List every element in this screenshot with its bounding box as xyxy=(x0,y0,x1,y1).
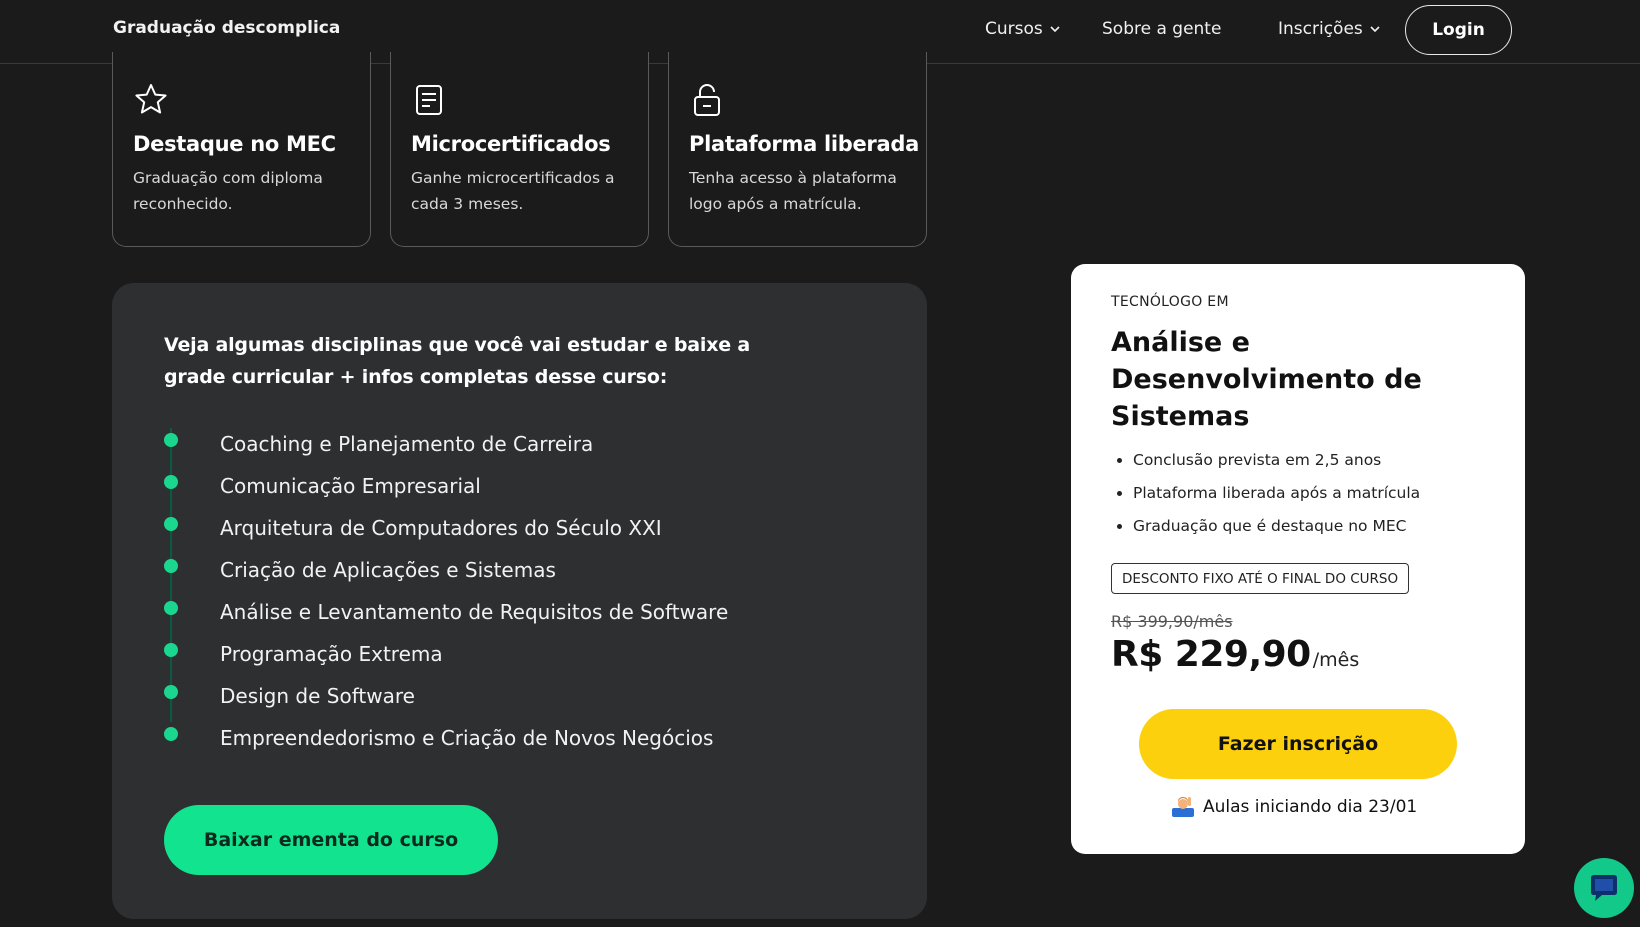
subject-list: Coaching e Planejamento de Carreira Comu… xyxy=(164,428,884,764)
price-row: R$ 229,90 /mês xyxy=(1111,634,1359,675)
subject-label: Design de Software xyxy=(220,684,415,708)
highlight-item: Plataforma liberada após a matrícula xyxy=(1111,482,1491,515)
subject-label: Coaching e Planejamento de Carreira xyxy=(220,432,594,456)
list-item: Criação de Aplicações e Sistemas xyxy=(164,554,884,596)
chat-icon xyxy=(1591,875,1617,901)
curriculum-intro: Veja algumas disciplinas que você vai es… xyxy=(164,334,750,388)
list-item: Coaching e Planejamento de Carreira xyxy=(164,428,884,470)
bullet-dot xyxy=(164,559,178,573)
feature-card-platform: Plataforma liberada Tenha acesso à plata… xyxy=(668,52,927,247)
nav-enrollments-label: Inscrições xyxy=(1278,19,1363,39)
feature-title: Destaque no MEC xyxy=(133,132,336,156)
download-syllabus-button[interactable]: Baixar ementa do curso xyxy=(164,805,498,875)
login-button[interactable]: Login xyxy=(1405,5,1512,55)
chat-button[interactable] xyxy=(1574,858,1634,918)
list-item: Análise e Levantamento de Requisitos de … xyxy=(164,596,884,638)
course-name: Análise e Desenvolvimento de Sistemas xyxy=(1111,327,1422,432)
feature-card-mec: Destaque no MEC Graduação com diploma re… xyxy=(112,52,371,247)
feature-title: Plataforma liberada xyxy=(689,132,919,156)
curriculum-panel: Veja algumas disciplinas que você vai es… xyxy=(112,283,927,919)
bullet-dot xyxy=(164,685,178,699)
old-price: R$ 399,90/mês xyxy=(1111,612,1233,631)
subject-label: Análise e Levantamento de Requisitos de … xyxy=(220,600,729,624)
nav-about-label: Sobre a gente xyxy=(1102,19,1222,39)
feature-title: Microcertificados xyxy=(411,132,611,156)
student-raising-hand-icon xyxy=(1172,797,1194,817)
bullet-dot xyxy=(164,517,178,531)
nav-courses-label: Cursos xyxy=(985,19,1043,39)
feature-description: Graduação com diploma reconhecido. xyxy=(133,169,323,213)
bullet-dot xyxy=(164,727,178,741)
feature-card-microcertificates: Microcertificados Ganhe microcertificado… xyxy=(390,52,649,247)
document-icon xyxy=(416,85,442,115)
per-month-label: /mês xyxy=(1312,649,1360,671)
nav-courses[interactable]: Cursos xyxy=(985,19,1061,39)
start-date-note: Aulas iniciando dia 23/01 xyxy=(1171,796,1417,818)
chevron-down-icon xyxy=(1370,26,1380,33)
highlight-item: Graduação que é destaque no MEC xyxy=(1111,515,1491,548)
bullet-dot xyxy=(164,643,178,657)
list-item: Arquitetura de Computadores do Século XX… xyxy=(164,512,884,554)
subject-label: Comunicação Empresarial xyxy=(220,474,481,498)
brand-logo[interactable]: Graduação descomplica xyxy=(113,18,340,38)
nav-enrollments[interactable]: Inscrições xyxy=(1278,19,1381,39)
new-price: R$ 229,90 xyxy=(1111,634,1311,675)
course-highlights: Conclusão prevista em 2,5 anos Plataform… xyxy=(1111,449,1491,548)
bullet-dot xyxy=(164,475,178,489)
subject-label: Criação de Aplicações e Sistemas xyxy=(220,558,556,582)
star-icon xyxy=(135,84,167,114)
subject-label: Programação Extrema xyxy=(220,642,443,666)
subject-label: Empreendedorismo e Criação de Novos Negó… xyxy=(220,726,714,750)
bullet-dot xyxy=(164,601,178,615)
start-date-label: Aulas iniciando dia 23/01 xyxy=(1203,797,1418,817)
discount-badge: DESCONTO FIXO ATÉ O FINAL DO CURSO xyxy=(1111,563,1410,594)
bullet-dot xyxy=(164,433,178,447)
chevron-down-icon xyxy=(1050,26,1060,33)
nav-about[interactable]: Sobre a gente xyxy=(1102,19,1221,39)
list-item: Programação Extrema xyxy=(164,638,884,680)
feature-description: Tenha acesso à plataforma logo após a ma… xyxy=(689,169,897,213)
list-item: Empreendedorismo e Criação de Novos Negó… xyxy=(164,722,884,764)
list-item: Design de Software xyxy=(164,680,884,722)
list-item: Comunicação Empresarial xyxy=(164,470,884,512)
subject-label: Arquitetura de Computadores do Século XX… xyxy=(220,516,662,540)
unlock-icon xyxy=(694,84,720,116)
enroll-button[interactable]: Fazer inscrição xyxy=(1139,709,1457,779)
price-card: TECNÓLOGO EM Análise e Desenvolvimento d… xyxy=(1071,264,1525,854)
feature-description: Ganhe microcertificados a cada 3 meses. xyxy=(411,169,615,213)
course-kicker: TECNÓLOGO EM xyxy=(1111,294,1229,310)
highlight-item: Conclusão prevista em 2,5 anos xyxy=(1111,449,1491,482)
